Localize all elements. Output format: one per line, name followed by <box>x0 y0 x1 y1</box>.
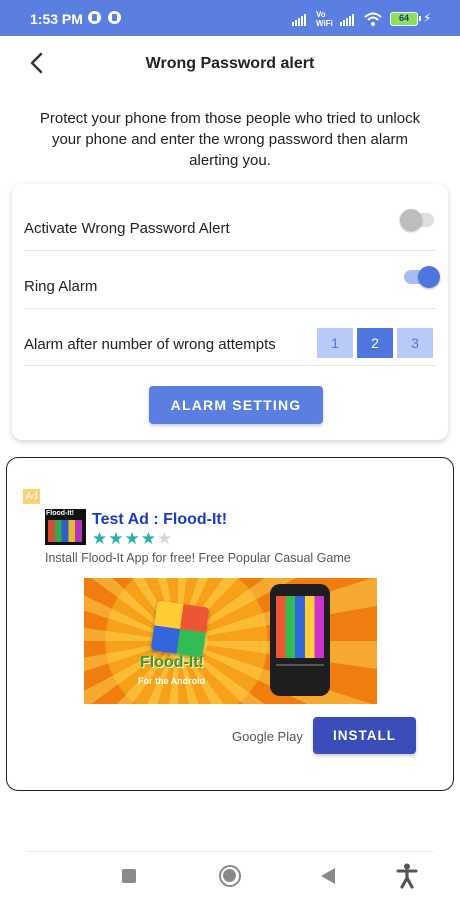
ad-title[interactable]: Test Ad : Flood-It! <box>92 511 227 529</box>
page-description: Protect your phone from those people who… <box>39 110 421 169</box>
color-grid <box>48 520 82 542</box>
ring-alarm-label: Ring Alarm <box>24 278 98 295</box>
system-nav-bar <box>0 848 460 900</box>
app-header: Wrong Password alert <box>0 36 460 92</box>
signal-icon <box>292 14 306 26</box>
nav-home-icon[interactable] <box>219 865 241 887</box>
wifi-icon <box>364 12 382 26</box>
attempt-option-2[interactable]: 2 <box>357 328 393 358</box>
ring-alarm-toggle[interactable] <box>404 266 440 288</box>
divider <box>24 365 436 366</box>
signal-icon <box>340 14 354 26</box>
notification-icon <box>88 11 101 24</box>
banner-subtitle: For the Android <box>138 676 206 686</box>
phone-graphic <box>270 584 330 696</box>
star-icon: ★ <box>157 529 174 548</box>
rating-stars: ★★★★★ <box>92 529 173 549</box>
ad-badge: Ad <box>23 489 40 504</box>
divider <box>24 308 436 309</box>
toggle-knob <box>400 209 422 231</box>
alarm-setting-button[interactable]: ALARM SETTING <box>149 386 323 424</box>
phone-screen <box>276 596 324 658</box>
star-icon: ★ <box>124 529 141 548</box>
activate-alert-toggle[interactable] <box>400 209 434 231</box>
attempt-option-1[interactable]: 1 <box>317 328 353 358</box>
status-time: 1:53 PM <box>30 11 83 27</box>
ad-container[interactable]: Ad Flood-It! Test Ad : Flood-It! ★★★★★ I… <box>6 457 454 791</box>
ad-banner-image[interactable]: Flood-It! For the Android <box>84 578 377 704</box>
banner-logo: Flood-It! <box>140 654 204 671</box>
star-icon: ★ <box>140 529 157 548</box>
attempt-option-3[interactable]: 3 <box>397 328 433 358</box>
star-icon: ★ <box>92 529 109 548</box>
divider <box>26 851 434 852</box>
ad-app-icon-text: Flood-It! <box>46 510 74 517</box>
battery-icon: 64 <box>390 12 421 26</box>
nav-recents-icon[interactable] <box>122 869 136 883</box>
nav-back-icon[interactable] <box>321 868 335 884</box>
notification-icon <box>108 11 121 24</box>
star-icon: ★ <box>108 529 125 548</box>
status-bar: 1:53 PM Vo WiFi 64 ⚡ <box>0 0 460 36</box>
activate-alert-label: Activate Wrong Password Alert <box>24 220 230 237</box>
charging-icon: ⚡ <box>423 11 432 25</box>
phone-keys <box>276 664 324 688</box>
install-button[interactable]: INSTALL <box>313 717 416 754</box>
cube-graphic <box>150 600 210 658</box>
store-label: Google Play <box>232 729 303 744</box>
ad-app-icon[interactable]: Flood-It! <box>45 509 86 545</box>
toggle-knob <box>418 266 440 288</box>
divider <box>24 250 436 251</box>
ad-description: Install Flood-It App for free! Free Popu… <box>45 551 351 565</box>
page-title: Wrong Password alert <box>145 55 315 72</box>
accessibility-icon[interactable] <box>396 863 418 889</box>
banner-rays <box>84 578 377 704</box>
volte-label: Vo WiFi <box>316 10 333 28</box>
